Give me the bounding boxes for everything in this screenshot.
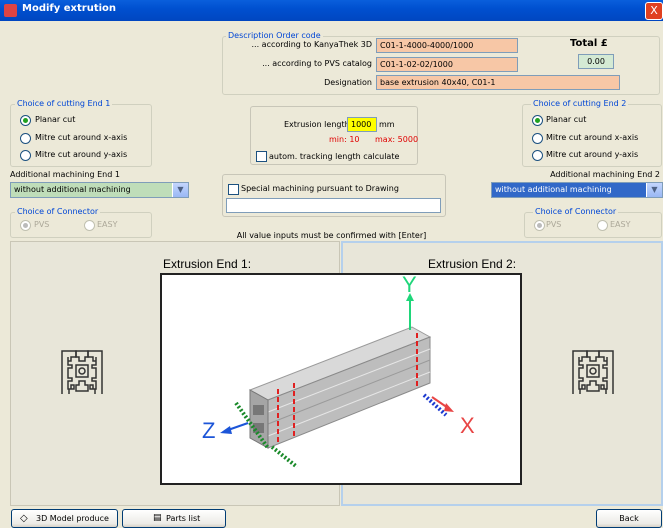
- description-legend: Description Order code: [226, 31, 323, 40]
- close-button[interactable]: X: [645, 2, 663, 20]
- cutting-end2-planar-label: Planar cut: [546, 115, 587, 124]
- kanya-label: ... according to KanyaThek 3D: [251, 40, 373, 49]
- window-title: Modify extrution: [22, 3, 117, 14]
- chevron-down-icon[interactable]: ▼: [647, 183, 662, 197]
- total-value: 0.00: [578, 54, 614, 69]
- cutting-end2-planar-radio[interactable]: [532, 115, 543, 126]
- length-label: Extrusion length: [284, 120, 350, 129]
- special-label: Special machining pursuant to Drawing: [241, 184, 399, 193]
- connector2-easy-label: EASY: [610, 220, 631, 229]
- 3d-view[interactable]: Y X Z: [160, 272, 522, 485]
- extrusion-profile-end1-icon: [61, 350, 103, 394]
- cutting-end2-legend: Choice of cutting End 2: [531, 99, 629, 108]
- parts-list-button[interactable]: ▤ Parts list: [122, 509, 226, 528]
- axis-x-label: X: [460, 413, 475, 438]
- end1-title: Extrusion End 1:: [163, 257, 252, 271]
- cutting-end1-legend: Choice of cutting End 1: [15, 99, 113, 108]
- machining-end2-select[interactable]: without additional machining ▼: [491, 182, 663, 198]
- cutting-end1-planar-radio[interactable]: [20, 115, 31, 126]
- cutting-end1-mitre-x-label: Mitre cut around x-axis: [35, 133, 128, 142]
- model-produce-label: 3D Model produce: [36, 514, 109, 523]
- connector1-easy-label: EASY: [97, 220, 118, 229]
- list-icon: ▤: [153, 513, 162, 523]
- axis-y-label: Y: [402, 275, 417, 297]
- cutting-end1-mitre-y-radio[interactable]: [20, 150, 31, 161]
- hint-text: All value inputs must be confirmed with …: [236, 231, 427, 240]
- axis-z-label: Z: [202, 418, 215, 443]
- cutting-end1-mitre-y-label: Mitre cut around y-axis: [35, 150, 128, 159]
- back-button[interactable]: Back: [596, 509, 662, 528]
- model-produce-button[interactable]: ◇ 3D Model produce: [11, 509, 118, 528]
- connector1-legend: Choice of Connector: [15, 207, 101, 216]
- machining-end1-value: without additional machining: [11, 183, 172, 197]
- cube-icon: ◇: [20, 513, 28, 524]
- connector2-easy-radio[interactable]: [597, 220, 608, 231]
- length-min: min: 10: [329, 135, 360, 144]
- cutting-end1-mitre-x-radio[interactable]: [20, 133, 31, 144]
- cutting-end2-mitre-x-label: Mitre cut around x-axis: [546, 133, 639, 142]
- app-icon: [4, 4, 17, 17]
- connector1-easy-radio[interactable]: [84, 220, 95, 231]
- machining-end1-label: Additional machining End 1: [10, 170, 120, 179]
- cutting-end2-mitre-x-radio[interactable]: [532, 133, 543, 144]
- special-checkbox[interactable]: [228, 184, 239, 195]
- special-text-input[interactable]: [226, 198, 441, 213]
- cutting-end2-mitre-y-label: Mitre cut around y-axis: [546, 150, 639, 159]
- kanya-code-field[interactable]: C01-1-4000-4000/1000: [376, 38, 518, 53]
- title-bar: Modify extrution X: [0, 0, 663, 21]
- tracking-label: autom. tracking length calculate: [269, 152, 400, 161]
- cutting-end2-mitre-y-radio[interactable]: [532, 150, 543, 161]
- tracking-checkbox[interactable]: [256, 151, 267, 162]
- pvs-label: ... according to PVS catalog: [262, 59, 372, 68]
- pvs-code-field[interactable]: C01-1-02-02/1000: [376, 57, 518, 72]
- connector1-pvs-radio[interactable]: [20, 220, 31, 231]
- chevron-down-icon[interactable]: ▼: [173, 183, 188, 197]
- designation-label: Designation: [324, 78, 372, 87]
- connector2-pvs-label: PVS: [546, 220, 562, 229]
- connector1-pvs-label: PVS: [34, 220, 50, 229]
- connector2-legend: Choice of Connector: [533, 207, 619, 216]
- machining-end2-label: Additional machining End 2: [550, 170, 660, 179]
- extrusion-3d-model: Y X Z: [202, 272, 475, 469]
- length-max: max: 5000: [375, 135, 419, 144]
- end2-title: Extrusion End 2:: [428, 257, 517, 271]
- cutting-end1-planar-label: Planar cut: [35, 115, 76, 124]
- machining-end1-select[interactable]: without additional machining ▼: [10, 182, 189, 198]
- total-label: Total £: [570, 38, 608, 49]
- connector2-pvs-radio[interactable]: [534, 220, 545, 231]
- length-unit: mm: [379, 120, 395, 129]
- parts-list-label: Parts list: [166, 514, 201, 523]
- extrusion-profile-end2-icon: [572, 350, 614, 394]
- machining-end2-value: without additional machining: [492, 183, 646, 197]
- length-input[interactable]: 1000: [347, 117, 377, 132]
- designation-field[interactable]: base extrusion 40x40, C01-1: [376, 75, 620, 90]
